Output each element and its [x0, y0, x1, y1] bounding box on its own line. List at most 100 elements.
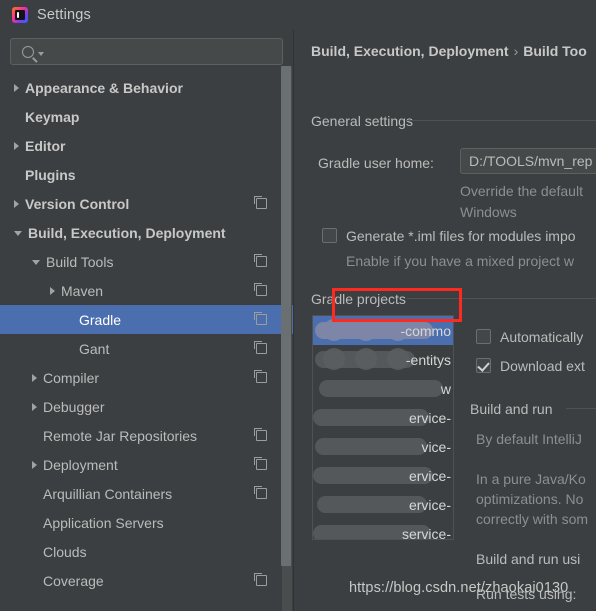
twisty-collapsed-icon[interactable] [32, 373, 37, 382]
gradle-project-name: vice- [421, 438, 451, 455]
search-box[interactable] [10, 38, 283, 65]
sidebar-item-label: Coverage [43, 572, 104, 589]
breadcrumb-item-build-tools[interactable]: Build Too [523, 43, 587, 59]
gradle-user-home-input[interactable]: D:/TOOLS/mvn_rep [460, 148, 596, 174]
twisty-collapsed-icon[interactable] [14, 199, 19, 208]
sidebar-item-editor[interactable]: Editor [0, 131, 293, 160]
caret-down-icon[interactable] [38, 52, 44, 56]
sidebar-item-gradle[interactable]: Gradle [0, 305, 293, 334]
sidebar-item-clouds[interactable]: Clouds [0, 537, 293, 566]
redaction-blob [323, 319, 345, 341]
breadcrumb: Build, Execution, Deployment › Build Too [311, 43, 587, 59]
twisty-collapsed-icon[interactable] [14, 83, 19, 92]
sidebar-item-gant[interactable]: Gant [0, 334, 293, 363]
gradle-project-row[interactable]: -commo [313, 316, 453, 345]
generate-iml-checkbox[interactable] [322, 228, 337, 243]
gradle-project-name: ervice- [408, 467, 451, 484]
gradle-project-name: ervice- [408, 496, 451, 513]
gradle-project-row[interactable]: ervice- [313, 461, 453, 490]
redaction-blob [319, 380, 443, 397]
gradle-project-row[interactable]: vice- [313, 432, 453, 461]
twisty-collapsed-icon[interactable] [14, 141, 19, 150]
sidebar-item-appearance-behavior[interactable]: Appearance & Behavior [0, 73, 293, 102]
settings-dialog: Settings Appearance & Behavior Keymap Edit… [0, 0, 596, 611]
watermark-url: https://blog.csdn.net/zhaokai0130 [349, 580, 569, 596]
sidebar-item-label: Gradle [79, 311, 122, 328]
sidebar-item-plugins[interactable]: Plugins [0, 160, 293, 189]
copy-settings-icon[interactable] [253, 485, 267, 499]
copy-settings-icon[interactable] [253, 369, 267, 383]
copy-settings-icon[interactable] [253, 572, 267, 586]
sidebar-item-label: Clouds [43, 543, 87, 560]
sidebar-item-label: Build Tools [46, 253, 114, 270]
twisty-expanded-icon[interactable] [14, 231, 22, 236]
settings-sidebar: Appearance & Behavior Keymap Editor Plugins… [0, 30, 294, 611]
twisty-collapsed-icon[interactable] [32, 460, 37, 469]
redaction-blob [323, 348, 345, 370]
automatically-import-checkbox[interactable] [476, 329, 491, 344]
twisty-collapsed-icon[interactable] [32, 402, 37, 411]
download-external-label: Download ext [500, 358, 585, 374]
copy-settings-icon[interactable] [253, 427, 267, 441]
sidebar-item-application-servers[interactable]: Application Servers [0, 508, 293, 537]
redaction-blob [315, 438, 427, 455]
sidebar-item-label: Application Servers [43, 514, 164, 531]
intellij-idea-icon [12, 7, 28, 23]
breadcrumb-item-build-execution-deployment[interactable]: Build, Execution, Deployment [311, 43, 509, 59]
download-external-checkbox[interactable] [476, 358, 491, 373]
search-input[interactable] [49, 43, 243, 60]
sidebar-item-maven[interactable]: Maven [0, 276, 293, 305]
sidebar-item-label: Keymap [25, 108, 80, 125]
sidebar-item-label: Remote Jar Repositories [43, 427, 198, 444]
build-run-paragraph-2-line-3: correctly with som [476, 511, 589, 527]
sidebar-scrollbar-track[interactable] [281, 66, 292, 611]
sidebar-item-label: Editor [25, 137, 66, 154]
sidebar-item-debugger[interactable]: Debugger [0, 392, 293, 421]
gradle-user-home-label: Gradle user home: [318, 155, 434, 171]
copy-settings-icon[interactable] [253, 253, 267, 267]
sidebar-scrollbar-thumb[interactable] [281, 66, 291, 566]
sidebar-item-label: Appearance & Behavior [25, 79, 183, 96]
gradle-project-name: -commo [400, 322, 451, 339]
sidebar-item-keymap[interactable]: Keymap [0, 102, 293, 131]
gradle-project-row[interactable]: service- [313, 519, 453, 539]
sidebar-item-label: Build, Execution, Deployment [28, 224, 226, 241]
settings-content-panel: Build, Execution, Deployment › Build Too G… [294, 30, 596, 611]
sidebar-item-remote-jar-repositories[interactable]: Remote Jar Repositories [0, 421, 293, 450]
sidebar-item-coverage[interactable]: Coverage [0, 566, 293, 595]
gradle-project-row[interactable]: -entitys [313, 345, 453, 374]
sidebar-item-label: Gant [79, 340, 110, 357]
build-run-paragraph-2-line-1: In a pure Java/Ko [476, 471, 586, 487]
sidebar-item-build-tools[interactable]: Build Tools [0, 247, 293, 276]
gradle-project-row[interactable]: ervice- [313, 490, 453, 519]
title-bar: Settings [0, 0, 596, 30]
sidebar-item-label: Deployment [43, 456, 118, 473]
sidebar-item-label: Arquillian Containers [43, 485, 173, 502]
sidebar-item-compiler[interactable]: Compiler [0, 363, 293, 392]
copy-settings-icon[interactable] [253, 282, 267, 296]
sidebar-item-deployment[interactable]: Deployment [0, 450, 293, 479]
copy-settings-icon[interactable] [253, 340, 267, 354]
search-container [0, 30, 293, 71]
gradle-project-name: ervice- [408, 409, 451, 426]
build-run-paragraph-2-line-2: optimizations. No [476, 491, 584, 507]
redaction-blob [355, 319, 377, 341]
gradle-project-row[interactable]: ervice- [313, 403, 453, 432]
gradle-projects-divider [407, 298, 596, 299]
twisty-expanded-icon[interactable] [32, 260, 40, 265]
gradle-project-row[interactable]: w [313, 374, 453, 403]
sidebar-item-label: Version Control [25, 195, 130, 212]
gradle-projects-list[interactable]: -commo -entitys w ervice-vice-ervice-ervice… [312, 315, 454, 540]
sidebar-item-label: Compiler [43, 369, 100, 386]
sidebar-item-version-control[interactable]: Version Control [0, 189, 293, 218]
gradle-projects-section-label: Gradle projects [311, 291, 406, 307]
copy-settings-icon[interactable] [253, 311, 267, 325]
sidebar-item-build-execution-deployment[interactable]: Build, Execution, Deployment [0, 218, 293, 247]
redaction-blob [355, 348, 377, 370]
copy-settings-icon[interactable] [253, 456, 267, 470]
sidebar-item-arquillian-containers[interactable]: Arquillian Containers [0, 479, 293, 508]
copy-settings-icon[interactable] [253, 195, 267, 209]
twisty-collapsed-icon[interactable] [50, 286, 55, 295]
breadcrumb-separator-icon: › [513, 43, 519, 59]
general-settings-divider [407, 120, 596, 121]
